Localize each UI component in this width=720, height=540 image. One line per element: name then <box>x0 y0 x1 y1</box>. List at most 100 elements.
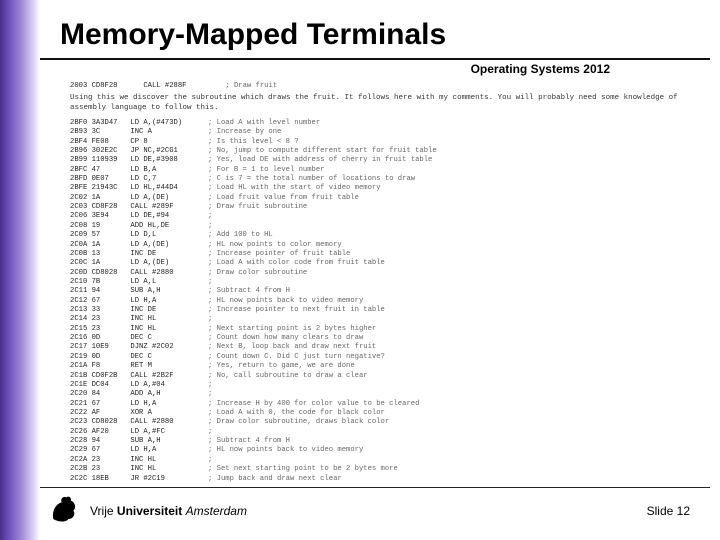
cmt: ; Increase by one <box>208 128 281 136</box>
cmt: ; Draw color subroutine, draws black col… <box>208 418 389 426</box>
asm: ADD A,H <box>130 390 208 398</box>
asm: LD A,(DE) <box>130 259 208 267</box>
addr: 2B96 302E2C <box>70 147 130 155</box>
asm: JR #2C19 <box>130 475 208 483</box>
addr: 2C08 19 <box>70 222 130 230</box>
addr: 2B93 3C <box>70 128 130 136</box>
footer-bar: Vrije Universiteit Amsterdam Slide 12 <box>90 504 690 518</box>
addr: 2BF4 FE08 <box>70 138 130 146</box>
addr: 2C2B 23 <box>70 465 130 473</box>
addr: 2C2C 18EB <box>70 475 130 483</box>
cmt: ; Is this level < 8 ? <box>208 138 299 146</box>
cmt: ; Subtract 4 from H <box>208 437 290 445</box>
asm: LD DE,#94 <box>130 212 208 220</box>
addr: 2C12 67 <box>70 297 130 305</box>
code-row: 2BF0 3A3D47 LD A,(#473D) ; Load A with l… <box>70 119 700 128</box>
cmt: ; Yes, load DE with address of cherry in… <box>208 156 432 164</box>
asm: LD A,#FC <box>130 428 208 436</box>
cmt: ; Load A with 0, the code for black colo… <box>208 409 385 417</box>
asm: LD DE,#3908 <box>130 156 208 164</box>
addr: 2BFC 47 <box>70 166 130 174</box>
code-row: 2C21 67 LD H,A ; Increase H by 400 for c… <box>70 400 700 409</box>
code-row: 2C26 AF20 LD A,#FC ; <box>70 428 700 437</box>
asm: DEC C <box>130 353 208 361</box>
asm: LD C,7 <box>130 175 208 183</box>
code-row: 2B93 3C INC A ; Increase by one <box>70 128 700 137</box>
code-row: 2C13 33 INC DE ; Increase pointer to nex… <box>70 306 700 315</box>
cmt: ; Yes, return to game, we are done <box>208 362 355 370</box>
addr: 2C16 0D <box>70 334 130 342</box>
addr: 2C06 3E94 <box>70 212 130 220</box>
cmt: ; Set next starting point to be 2 bytes … <box>208 465 398 473</box>
addr: 2C13 33 <box>70 306 130 314</box>
asm: LD HL,#44D4 <box>130 184 208 192</box>
cmt: ; Load HL with the start of video memory <box>208 184 381 192</box>
asm: CP 8 <box>130 138 208 146</box>
code-row: 2C1A F8 RET M ; Yes, return to game, we … <box>70 362 700 371</box>
addr: 2C26 AF20 <box>70 428 130 436</box>
code-row: 2C2C 18EB JR #2C19 ; Jump back and draw … <box>70 475 700 484</box>
asm: LD A,(DE) <box>130 241 208 249</box>
code-row: 2C22 AF XOR A ; Load A with 0, the code … <box>70 409 700 418</box>
cmt: ; Load A with level number <box>208 119 320 127</box>
cmt: ; Draw color subroutine <box>208 269 307 277</box>
asm: LD A,L <box>130 278 208 286</box>
addr: 2C20 84 <box>70 390 130 398</box>
code-row: 2BFE 21943C LD HL,#44D4 ; Load HL with t… <box>70 184 700 193</box>
code-row: 2C03 CD8F28 CALL #289F ; Draw fruit subr… <box>70 203 700 212</box>
addr: 2BFD 0E07 <box>70 175 130 183</box>
cmt: ; Add 100 to HL <box>208 231 273 239</box>
code-row: 2BFC 47 LD B,A ; For B = 1 to level numb… <box>70 166 700 175</box>
code-row: 2C0C 1A LD A,(DE) ; Load A with color co… <box>70 259 700 268</box>
code-row: 2C0A 1A LD A,(DE) ; HL now points to col… <box>70 241 700 250</box>
asm: CALL #2880 <box>130 269 208 277</box>
asm: INC HL <box>130 465 208 473</box>
addr: 2C1E DC04 <box>70 381 130 389</box>
asm: INC DE <box>130 250 208 258</box>
code-row: 2B96 302E2C JP NC,#2CG1 ; No, jump to co… <box>70 147 700 156</box>
code-row: 2BF4 FE08 CP 8 ; Is this level < 8 ? <box>70 138 700 147</box>
asm: LD A,#04 <box>130 381 208 389</box>
asm: CALL #289F <box>130 203 208 211</box>
title-rule <box>40 58 710 60</box>
asm: INC HL <box>130 325 208 333</box>
addr: 2C11 94 <box>70 287 130 295</box>
addr: 2B99 110939 <box>70 156 130 164</box>
asm: SUB A,H <box>130 437 208 445</box>
code-row: 2C09 57 LD D,L ; Add 100 to HL <box>70 231 700 240</box>
asm: LD A,(#473D) <box>130 119 208 127</box>
asm: JP NC,#2CG1 <box>130 147 208 155</box>
asm: LD H,A <box>130 400 208 408</box>
uni-word-1: Vrije <box>90 504 114 518</box>
code-row: 2C0B 13 INC DE ; Increase pointer of fru… <box>70 250 700 259</box>
slide-number: Slide 12 <box>647 504 690 518</box>
code-listing: 2003 CD8F28 CALL #288F ; Draw fruit Usin… <box>70 82 700 484</box>
asm: INC HL <box>130 456 208 464</box>
addr: 2C21 67 <box>70 400 130 408</box>
cmt: ; HL now points to color memory <box>208 241 342 249</box>
griffin-logo-icon <box>48 494 82 524</box>
cmt: ; Draw fruit <box>225 82 277 90</box>
asm: INC DE <box>130 306 208 314</box>
cmt: ; Jump back and draw next clear <box>208 475 342 483</box>
asm: ADD HL,DE <box>130 222 208 230</box>
code-row: 2C28 94 SUB A,H ; Subtract 4 from H <box>70 437 700 446</box>
asm: LD D,L <box>130 231 208 239</box>
addr: 2C0C 1A <box>70 259 130 267</box>
cmt: ; Increase pointer to next fruit in tabl… <box>208 306 385 314</box>
cmt: ; No, jump to compute different start fo… <box>208 147 437 155</box>
code-row: 2C14 23 INC HL ; <box>70 315 700 324</box>
asm: INC A <box>130 128 208 136</box>
addr: 2C29 67 <box>70 446 130 454</box>
uni-word-3: Amsterdam <box>186 504 247 518</box>
code-row: 2C1B CD0F2B CALL #2B2F ; No, call subrou… <box>70 372 700 381</box>
cmt: ; <box>208 212 212 220</box>
cmt: ; No, call subroutine to draw a clear <box>208 372 368 380</box>
cmt: ; HL now points back to video memory <box>208 297 363 305</box>
gradient-sidebar <box>0 0 40 540</box>
addr: 2C0D CD8028 <box>70 269 130 277</box>
university-label: Vrije Universiteit Amsterdam <box>90 504 247 518</box>
asm: LD H,A <box>130 446 208 454</box>
addr: 2C0A 1A <box>70 241 130 249</box>
asm: DJNZ #2C02 <box>130 343 208 351</box>
